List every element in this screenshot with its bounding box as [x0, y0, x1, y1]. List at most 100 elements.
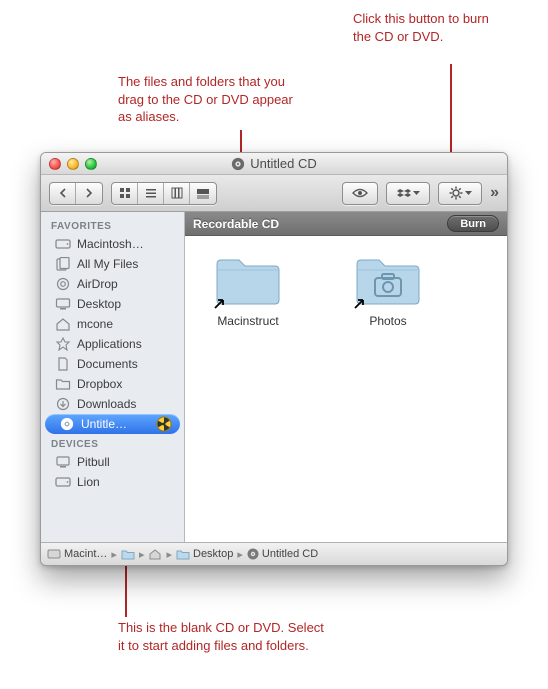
folder-item-photos[interactable]: Photos: [343, 254, 433, 328]
action-button-group: [438, 182, 482, 205]
path-separator-icon: ▸: [237, 548, 243, 561]
columns-icon: [171, 187, 183, 199]
dropbox-icon: [397, 187, 411, 199]
sidebar-item-home[interactable]: mcone: [41, 314, 184, 334]
sidebar-item-label: Lion: [77, 475, 100, 489]
quicklook-button[interactable]: [343, 183, 377, 204]
sidebar-item-label: Macintosh…: [77, 237, 144, 251]
window-body: FAVORITES Macintosh… All My Files AirDro…: [41, 212, 507, 542]
sidebar-item-all-my-files[interactable]: All My Files: [41, 254, 184, 274]
path-segment[interactable]: [148, 548, 162, 560]
path-segment[interactable]: Untitled CD: [247, 548, 318, 560]
applications-icon: [55, 337, 71, 351]
desktop-icon: [55, 297, 71, 311]
dropbox-button[interactable]: [387, 183, 429, 204]
toolbar-overflow[interactable]: »: [490, 184, 499, 202]
sidebar-item-lion[interactable]: Lion: [41, 472, 184, 492]
sidebar-item-label: Documents: [77, 357, 138, 371]
list-icon: [145, 187, 157, 199]
zoom-button[interactable]: [85, 158, 97, 170]
hdd-icon: [55, 475, 71, 489]
nav-buttons: [49, 182, 103, 205]
dropbox-button-group: [386, 182, 430, 205]
forward-button[interactable]: [76, 183, 102, 204]
path-segment[interactable]: Desktop: [176, 548, 233, 560]
folder-label: Photos: [343, 314, 433, 328]
view-coverflow-button[interactable]: [190, 183, 216, 204]
annotation-aliases: The files and folders that you drag to t…: [118, 73, 308, 126]
path-label: Macint…: [64, 548, 107, 560]
burn-button[interactable]: Burn: [447, 215, 499, 232]
finder-window: Untitled CD: [40, 152, 508, 566]
content-header: Recordable CD Burn: [185, 212, 507, 236]
window-title: Untitled CD: [41, 156, 507, 171]
annotation-blankcd: This is the blank CD or DVD. Select it t…: [118, 619, 328, 654]
home-small-icon: [148, 548, 162, 560]
alias-arrow-icon: [353, 296, 367, 310]
close-button[interactable]: [49, 158, 61, 170]
path-segment[interactable]: Macint…: [47, 548, 107, 560]
icons-area[interactable]: Macinstruct Photo: [185, 236, 507, 542]
eye-icon: [352, 188, 368, 198]
sidebar-item-applications[interactable]: Applications: [41, 334, 184, 354]
path-label: Desktop: [193, 548, 233, 560]
sidebar-item-label: Dropbox: [77, 377, 122, 391]
sidebar-item-dropbox[interactable]: Dropbox: [41, 374, 184, 394]
sidebar-item-label: Desktop: [77, 297, 121, 311]
home-icon: [55, 317, 71, 331]
sidebar: FAVORITES Macintosh… All My Files AirDro…: [41, 212, 185, 542]
folder-small-icon: [121, 548, 135, 560]
computer-icon: [55, 455, 71, 469]
sidebar-item-pitbull[interactable]: Pitbull: [41, 452, 184, 472]
titlebar: Untitled CD: [41, 153, 507, 175]
coverflow-icon: [196, 187, 210, 199]
airdrop-icon: [55, 277, 71, 291]
burn-icon: [231, 157, 245, 171]
quicklook-button-group: [342, 182, 378, 205]
burn-small-icon: [247, 548, 259, 560]
gear-icon: [449, 186, 463, 200]
view-buttons: [111, 182, 217, 205]
documents-icon: [55, 357, 71, 371]
grid-icon: [119, 187, 131, 199]
burn-disc-icon: [59, 417, 75, 431]
chevron-left-icon: [58, 188, 68, 198]
back-button[interactable]: [50, 183, 76, 204]
downloads-icon: [55, 397, 71, 411]
folder-small-icon: [176, 548, 190, 560]
sidebar-item-label: mcone: [77, 317, 113, 331]
path-segment[interactable]: [121, 548, 135, 560]
sidebar-item-downloads[interactable]: Downloads: [41, 394, 184, 414]
view-columns-button[interactable]: [164, 183, 190, 204]
content-header-label: Recordable CD: [193, 217, 279, 231]
sidebar-item-label: Pitbull: [77, 455, 110, 469]
path-separator-icon: ▸: [166, 548, 172, 561]
sidebar-item-label: AirDrop: [77, 277, 118, 291]
content-area: Recordable CD Burn Macinstruct: [185, 212, 507, 542]
sidebar-item-macintosh-hd[interactable]: Macintosh…: [41, 234, 184, 254]
radiation-icon: [156, 416, 172, 432]
action-button[interactable]: [439, 183, 481, 204]
window-title-text: Untitled CD: [250, 156, 316, 171]
path-separator-icon: ▸: [139, 548, 145, 561]
chevron-down-icon: [465, 191, 472, 196]
sidebar-heading-favorites: FAVORITES: [41, 216, 184, 234]
path-label: Untitled CD: [262, 548, 318, 560]
path-separator-icon: ▸: [111, 548, 117, 561]
sidebar-item-untitled-cd[interactable]: Untitle…: [45, 414, 180, 434]
folder-label: Macinstruct: [203, 314, 293, 328]
all-files-icon: [55, 257, 71, 271]
annotation-burn: Click this button to burn the CD or DVD.: [353, 10, 503, 45]
minimize-button[interactable]: [67, 158, 79, 170]
sidebar-item-label: Applications: [77, 337, 142, 351]
sidebar-item-desktop[interactable]: Desktop: [41, 294, 184, 314]
hdd-icon: [47, 548, 61, 560]
sidebar-item-airdrop[interactable]: AirDrop: [41, 274, 184, 294]
view-list-button[interactable]: [138, 183, 164, 204]
sidebar-item-label: Untitle…: [81, 417, 127, 431]
alias-arrow-icon: [213, 296, 227, 310]
sidebar-item-documents[interactable]: Documents: [41, 354, 184, 374]
hdd-icon: [55, 237, 71, 251]
folder-item-macinstruct[interactable]: Macinstruct: [203, 254, 293, 328]
view-icons-button[interactable]: [112, 183, 138, 204]
